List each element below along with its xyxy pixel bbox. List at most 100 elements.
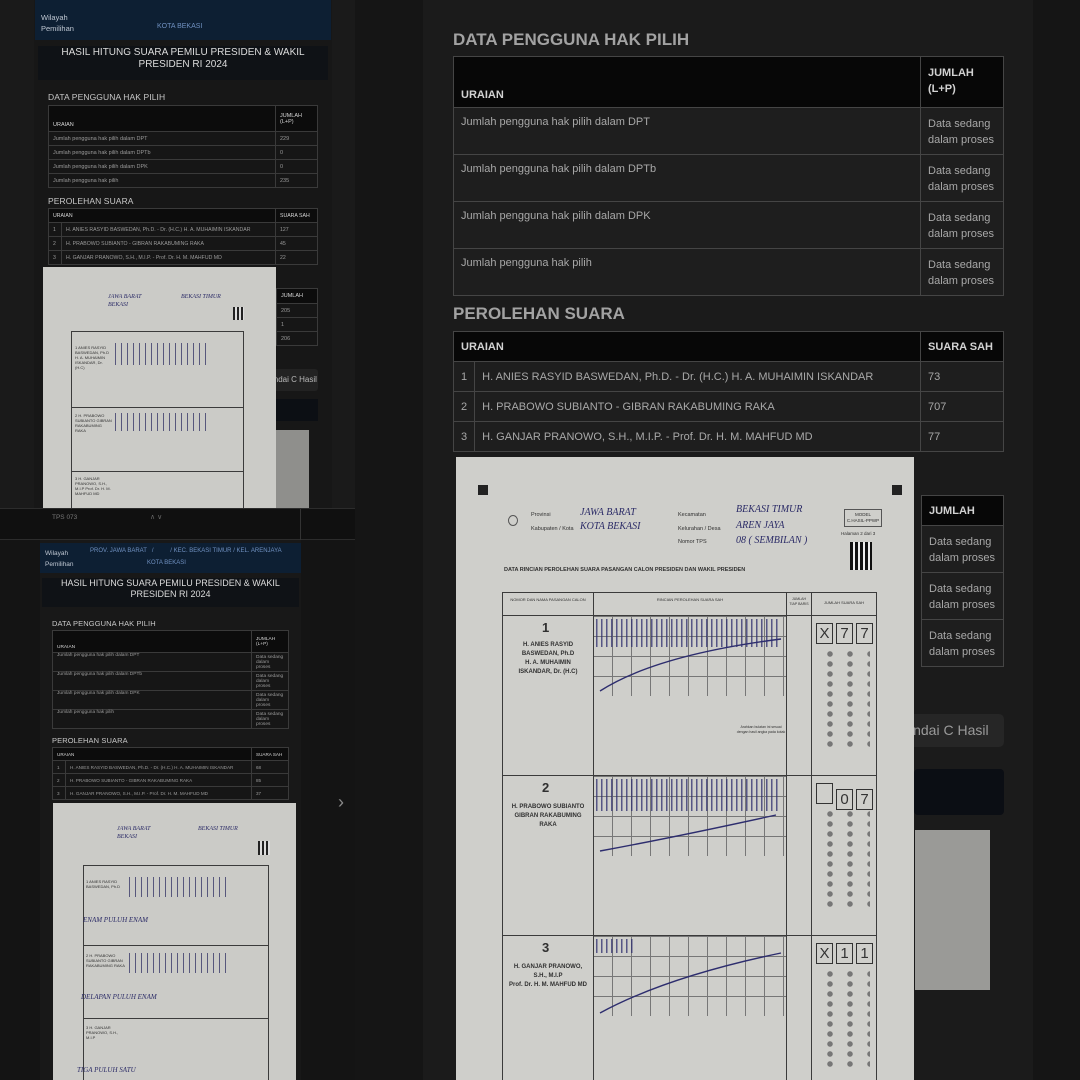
top-panel: Wilayah Pemilihan KOTA BEKASI HASIL HITU… [0,0,355,508]
top-behind-col: JUMLAH [276,288,318,304]
form-cand1-line: ISKANDAR, Dr. (H.C) [518,669,578,675]
form-cand3-line: Prof. Dr. H. M. MAHFUD MD [509,982,587,988]
qr-icon [233,307,244,320]
form-cand2-line: GIBRAN RAKABUMING [514,813,582,819]
top-behind-value: 206 [276,331,318,346]
next-arrow-button[interactable]: › [338,792,344,813]
tally-strike-line [599,638,782,692]
right-dpt-value: Data sedang dalam proses [920,248,1004,296]
breadcrumb-prov[interactable]: PROV. JAWA BARAT [90,548,147,554]
top-dpt-table: URAIAN JUMLAH (L+P) Jumlah pengguna hak … [48,105,318,188]
breadcrumb-sep: / [151,548,154,554]
top-thumbnail[interactable] [276,430,309,508]
tally-strike-line [599,952,782,1014]
top-form-image[interactable]: JAWA BARAT BEKASI BEKASI TIMUR 1 ANIES R… [43,267,276,508]
top-form-c1: 1 ANIES RASYID BASWEDAN, Ph.D H. A. MUHA… [75,345,110,370]
lower-wilayah-kota[interactable]: KOTA BEKASI [147,560,186,566]
right-col-uraian2: URAIAN [453,331,921,362]
form-tps-label: Nomor TPS [678,539,707,545]
lower-form-words-3: TIGA PULUH SATU [77,1066,136,1074]
breadcrumb-kel[interactable]: KEL. ARENJAYA [237,548,282,554]
right-section-dpt: DATA PENGGUNA HAK PILIH [453,30,690,49]
lower-wilayah-label: Wilayah Pemilihan [45,550,74,568]
right-dpt-row: Jumlah pengguna hak pilih [453,248,921,296]
top-cand-votes: 45 [275,236,318,251]
digit-box: 0 [836,789,853,810]
form-cand3-name: H. GANJAR PRANOWO, S.H., M.I.P Prof. Dr.… [506,963,590,990]
right-dpt-value: Data sedang dalam proses [920,107,1004,155]
right-col-suara: SUARA SAH [920,331,1004,362]
lower-form-c3: 3 H. GANJAR PRANOWO, S.H., M.I.P [86,1025,119,1040]
top-cand-votes: 127 [275,222,318,237]
lower-cand-no: 1 [52,760,66,774]
lower-dpt-row: Jumlah pengguna hak pilih [52,709,252,729]
bubble-column [820,969,870,1069]
right-unduh-button[interactable]: indai C Hasil [904,714,1004,747]
wilayah-bar: Wilayah Pemilihan KOTA BEKASI [35,0,331,40]
form-cand1-line: BASWEDAN, Ph.D [521,651,575,657]
right-cand-votes: 77 [920,421,1004,452]
lower-dpt-row: Jumlah pengguna hak pilih dalam DPT [52,652,252,672]
top-dpt-row: Jumlah pengguna hak pilih dalam DPK [48,159,276,174]
right-thumbnail[interactable] [915,830,990,990]
lower-col-suara: SUARA SAH [251,747,289,761]
top-form-kota: BEKASI [108,302,128,308]
lower-form-c1: 1 ANIES RASYID BASWEDAN, Ph.D [86,879,121,889]
right-cand-no: 3 [452,421,476,452]
bubble-column [820,649,870,749]
form-kota-label: Kabupaten / Kota [531,526,574,532]
top-dpt-row: Jumlah pengguna hak pilih dalam DPTb [48,145,276,160]
form-kecamatan: BEKASI TIMUR [736,504,803,515]
top-cand-name: H. PRABOWO SUBIANTO - GIBRAN RAKABUMING … [61,236,276,251]
lower-form-image[interactable]: JAWA BARAT BEKASI BEKASI TIMUR 1 ANIES R… [53,803,296,1080]
lower-breadcrumb: PROV. JAWA BARAT / / KEC. BEKASI TIMUR /… [90,548,282,554]
right-behind-value: Data sedang dalam proses [921,619,1004,667]
lower-dpt-table: URAIAN JUMLAH (L+P) Jumlah pengguna hak … [52,630,289,729]
form-cand1-no: 1 [542,620,550,635]
top-cand-no: 2 [48,236,62,251]
lower-dpt-row: Jumlah pengguna hak pilih dalam DPK [52,690,252,710]
form-provinsi: JAWA BARAT [580,507,636,518]
wilayah-kota[interactable]: KOTA BEKASI [157,23,202,30]
right-suara-table: URAIAN SUARA SAH 1 H. ANIES RASYID BASWED… [452,331,1004,452]
right-cand-name: H. GANJAR PRANOWO, S.H., M.I.P. - Prof. … [474,421,921,452]
chevron-icon[interactable]: ∧ ∨ [150,513,162,521]
form-kecamatan-label: Kecamatan [678,512,706,518]
form-tps: 08 ( SEMBILAN ) [736,535,808,546]
form-cand2-no: 2 [542,780,550,795]
top-dpt-value: 0 [275,145,318,160]
lower-dpt-row: Jumlah pengguna hak pilih dalam DPTb [52,671,252,691]
right-form-image[interactable]: Provinsi JAWA BARAT Kabupaten / Kota KOT… [456,457,914,1080]
form-halaman: Halaman 2 dari 3 [841,531,876,536]
tps-label[interactable]: TPS 073 [52,514,77,521]
breadcrumb-kec[interactable]: KEC. BEKASI TIMUR [174,548,232,554]
top-dpt-value: 229 [275,131,318,146]
tally-marks [115,343,209,365]
mid-bar: TPS 073 ∧ ∨ [0,508,355,541]
right-behind-table: JUMLAH Data sedang dalam proses Data sed… [921,495,1004,667]
digit-boxes: 07 [816,783,873,810]
right-col-uraian: URAIAN [453,56,921,108]
tally-marks [115,413,209,431]
lower-form-words-1: ENAM PULUH ENAM [83,916,148,924]
top-dpt-value: 0 [275,159,318,174]
digit-box: 1 [856,943,873,964]
lower-form-provinsi: JAWA BARAT [117,826,151,832]
top-cand-name: H. ANIES RASYID BASWEDAN, Ph.D. - Dr. (H… [61,222,276,237]
top-section-dpt: DATA PENGGUNA HAK PILIH [48,92,166,102]
right-dpt-row: Jumlah pengguna hak pilih dalam DPT [453,107,921,155]
form-col-jumlah-suara: JUMLAH SUARA SAH [823,600,864,605]
breadcrumb-sep: / [233,548,235,554]
right-cand-votes: 707 [920,391,1004,422]
right-dpt-value: Data sedang dalam proses [920,154,1004,202]
lower-dpt-value: Data sedang dalam proses [251,671,289,691]
digit-box: 7 [836,623,853,644]
bubble-column [820,809,870,909]
corner-mark-icon [892,485,902,495]
digit-boxes: X11 [816,943,873,964]
form-cand2-line: H. PRABOWO SUBIANTO [511,804,585,810]
right-behind-value: Data sedang dalam proses [921,525,1004,573]
digit-box: 7 [856,623,873,644]
digit-box: 7 [856,789,873,810]
right-dark-bar [914,769,1004,815]
